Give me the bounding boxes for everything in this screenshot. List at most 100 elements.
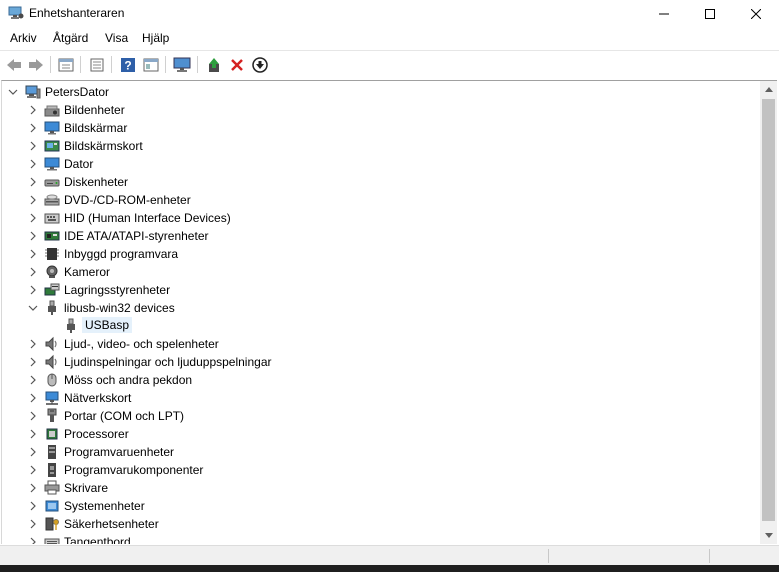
menu-bar: Arkiv Åtgärd Visa Hjälp xyxy=(0,28,779,48)
scroll-up-arrow-icon xyxy=(764,87,773,92)
back-button[interactable] xyxy=(4,55,24,74)
maximize-button[interactable] xyxy=(687,0,733,27)
category-node-sakerhetsenheter[interactable]: Säkerhetsenheter xyxy=(2,515,760,533)
chevron-right-icon[interactable] xyxy=(28,375,38,385)
category-node-diskenheter[interactable]: Diskenheter xyxy=(2,173,760,191)
category-node-ljudinspelningar-och-ljuduppspelningar[interactable]: Ljudinspelningar och ljuduppspelningar xyxy=(2,353,760,371)
chevron-right-icon[interactable] xyxy=(28,465,38,475)
category-node-bildskarmskort[interactable]: Bildskärmskort xyxy=(2,137,760,155)
chevron-down-icon[interactable] xyxy=(28,303,38,313)
category-node-moss-och-andra-pekdon[interactable]: Möss och andra pekdon xyxy=(2,371,760,389)
scroll-up-button[interactable] xyxy=(760,81,777,98)
window-list-button[interactable] xyxy=(87,55,107,74)
printer-icon xyxy=(44,480,60,496)
chevron-right-icon[interactable] xyxy=(28,537,38,544)
properties-button[interactable] xyxy=(56,55,76,74)
node-label: Tangentbord xyxy=(64,535,131,544)
category-node-ide-ata-atapi-styrenheter[interactable]: IDE ATA/ATAPI-styrenheter xyxy=(2,227,760,245)
window-list-icon xyxy=(90,58,104,71)
node-label: Processorer xyxy=(64,427,129,441)
category-node-bildskarmar[interactable]: Bildskärmar xyxy=(2,119,760,137)
category-node-dvd-cd-rom-enheter[interactable]: DVD-/CD-ROM-enheter xyxy=(2,191,760,209)
chevron-right-icon[interactable] xyxy=(28,519,38,529)
forward-arrow-icon xyxy=(29,58,43,71)
chevron-right-icon[interactable] xyxy=(28,213,38,223)
speaker-icon xyxy=(44,336,60,352)
chevron-right-icon[interactable] xyxy=(28,231,38,241)
chevron-right-icon[interactable] xyxy=(28,285,38,295)
menu-visa[interactable]: Visa xyxy=(105,31,128,45)
toolbar-separator xyxy=(197,56,198,73)
chevron-right-icon[interactable] xyxy=(28,447,38,457)
node-label: HID (Human Interface Devices) xyxy=(64,211,231,225)
processor-chip-icon xyxy=(44,426,60,442)
tree-root-node[interactable]: PetersDator xyxy=(2,83,760,101)
uninstall-device-button[interactable] xyxy=(227,55,247,74)
toolbar: ? xyxy=(0,50,779,77)
category-node-systemenheter[interactable]: Systemenheter xyxy=(2,497,760,515)
hid-keyboard-icon xyxy=(44,210,60,226)
chevron-right-icon[interactable] xyxy=(28,501,38,511)
category-node-libusb-win32-devices[interactable]: libusb-win32 devices xyxy=(2,299,760,317)
category-node-programvaruenheter[interactable]: Programvaruenheter xyxy=(2,443,760,461)
usb-plug-icon xyxy=(44,300,60,316)
status-divider xyxy=(548,549,549,563)
toolbar-separator xyxy=(111,56,112,73)
node-label: Möss och andra pekdon xyxy=(64,373,193,387)
disk-drive-icon xyxy=(44,174,60,190)
monitor-icon xyxy=(44,120,60,136)
disable-device-button[interactable] xyxy=(250,55,270,74)
category-node-tangentbord[interactable]: Tangentbord xyxy=(2,533,760,544)
chevron-right-icon[interactable] xyxy=(28,177,38,187)
status-bar xyxy=(0,545,779,565)
port-icon xyxy=(44,408,60,424)
category-node-inbyggd-programvara[interactable]: Inbyggd programvara xyxy=(2,245,760,263)
dvd-drive-icon xyxy=(44,192,60,208)
chevron-right-icon[interactable] xyxy=(28,267,38,277)
category-node-portar-com-och-lpt[interactable]: Portar (COM och LPT) xyxy=(2,407,760,425)
menu-atgard[interactable]: Åtgärd xyxy=(53,31,88,45)
category-node-programvarukomponenter[interactable]: Programvarukomponenter xyxy=(2,461,760,479)
chevron-right-icon[interactable] xyxy=(28,141,38,151)
category-node-ljud-video-och-spelenheter[interactable]: Ljud-, video- och spelenheter xyxy=(2,335,760,353)
menu-hjalp[interactable]: Hjälp xyxy=(142,31,169,45)
category-node-bildenheter[interactable]: Bildenheter xyxy=(2,101,760,119)
usb-plug-icon xyxy=(63,318,79,334)
chevron-right-icon[interactable] xyxy=(28,123,38,133)
category-node-skrivare[interactable]: Skrivare xyxy=(2,479,760,497)
menu-arkiv[interactable]: Arkiv xyxy=(10,31,37,45)
forward-button[interactable] xyxy=(26,55,46,74)
category-node-dator[interactable]: Dator xyxy=(2,155,760,173)
chevron-right-icon[interactable] xyxy=(28,195,38,205)
chevron-right-icon[interactable] xyxy=(28,483,38,493)
category-node-lagringsstyrenheter[interactable]: Lagringsstyrenheter xyxy=(2,281,760,299)
update-driver-button[interactable] xyxy=(204,55,224,74)
category-node-hid-human-interface-devices[interactable]: HID (Human Interface Devices) xyxy=(2,209,760,227)
node-label: Bildskärmar xyxy=(64,121,128,135)
category-node-processorer[interactable]: Processorer xyxy=(2,425,760,443)
chevron-right-icon[interactable] xyxy=(28,357,38,367)
category-node-kameror[interactable]: Kameror xyxy=(2,263,760,281)
chevron-right-icon[interactable] xyxy=(28,429,38,439)
help-button[interactable]: ? xyxy=(118,55,138,74)
scroll-thumb[interactable] xyxy=(762,99,775,521)
chevron-right-icon[interactable] xyxy=(28,249,38,259)
window-title: Enhetshanteraren xyxy=(29,6,125,20)
scan-hardware-button[interactable] xyxy=(172,55,192,74)
scroll-down-button[interactable] xyxy=(760,527,777,544)
minimize-button[interactable] xyxy=(641,0,687,27)
chevron-down-icon[interactable] xyxy=(8,87,18,97)
chevron-right-icon[interactable] xyxy=(28,159,38,169)
node-label: Ljudinspelningar och ljuduppspelningar xyxy=(64,355,272,369)
computer-icon xyxy=(44,156,60,172)
chevron-right-icon[interactable] xyxy=(28,411,38,421)
device-node-usbasp[interactable]: USBasp xyxy=(2,317,760,335)
device-tree[interactable]: PetersDator Bildenheter Bildskärmar Bildskä… xyxy=(1,80,777,544)
chevron-right-icon[interactable] xyxy=(28,339,38,349)
category-node-natverkskort[interactable]: Nätverkskort xyxy=(2,389,760,407)
close-button[interactable] xyxy=(733,0,779,27)
chevron-right-icon[interactable] xyxy=(28,105,38,115)
vertical-scrollbar[interactable] xyxy=(760,81,777,544)
view-panel-button[interactable] xyxy=(141,55,161,74)
chevron-right-icon[interactable] xyxy=(28,393,38,403)
